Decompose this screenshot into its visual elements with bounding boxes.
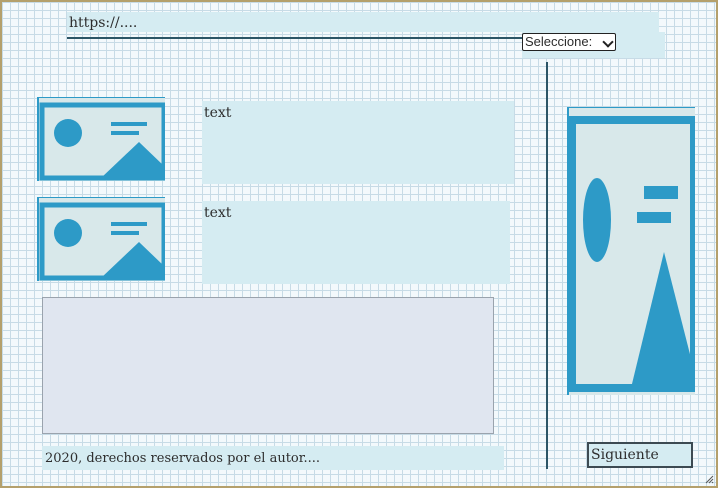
- url-text: https://....: [69, 15, 138, 31]
- next-button[interactable]: Siguiente: [587, 442, 693, 468]
- select-value: Seleccione:: [525, 34, 593, 49]
- sidebar-image[interactable]: [567, 107, 695, 395]
- category-select[interactable]: Seleccione:: [522, 33, 616, 51]
- resize-grip-icon[interactable]: [704, 474, 714, 484]
- footer-copyright: 2020, derechos reservados por el autor..…: [45, 451, 321, 466]
- item-text: text: [204, 105, 232, 121]
- item-thumbnail[interactable]: [37, 97, 165, 181]
- item-text: text: [204, 205, 232, 221]
- content-area: [42, 297, 494, 434]
- item-text-panel: [202, 101, 514, 184]
- url-bar[interactable]: [67, 12, 659, 32]
- vertical-divider: [546, 62, 548, 469]
- item-thumbnail[interactable]: [37, 197, 165, 281]
- header-divider: [67, 37, 522, 39]
- image-icon: [39, 102, 165, 181]
- image-icon: [569, 116, 695, 392]
- chevron-down-icon: [602, 36, 614, 48]
- item-text-panel: [202, 201, 510, 284]
- image-icon: [39, 202, 165, 281]
